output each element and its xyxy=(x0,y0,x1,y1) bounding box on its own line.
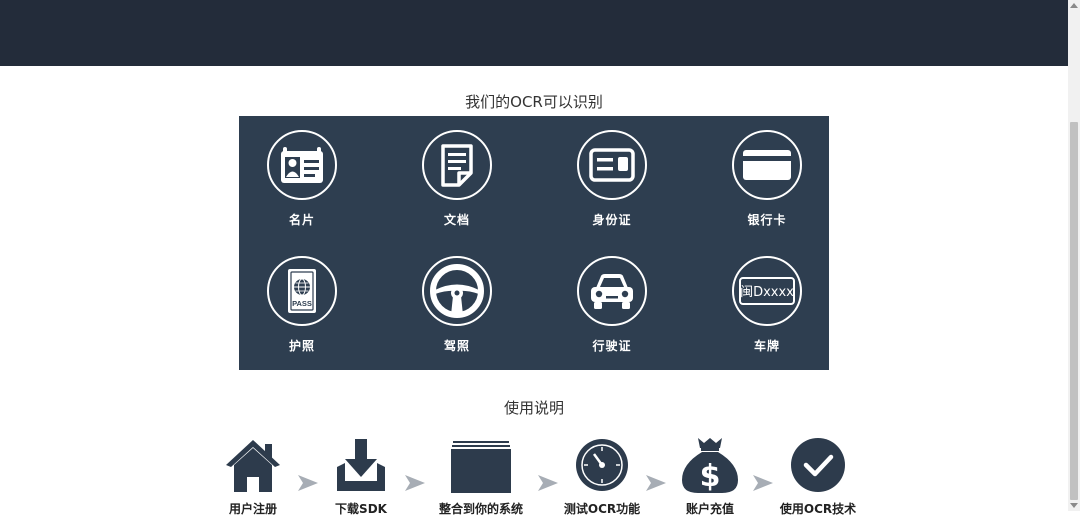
car-icon xyxy=(577,256,647,326)
ocr-item-document[interactable]: 文档 xyxy=(397,130,517,228)
ocr-item-label: 身份证 xyxy=(592,213,632,227)
bank-card-icon xyxy=(732,130,802,200)
step-label: 下载SDK xyxy=(335,502,387,516)
ocr-item-license-plate[interactable]: 闽Dxxxx 车牌 xyxy=(707,256,827,354)
checkmark-icon xyxy=(786,436,850,494)
ocr-section-title: 我们的OCR可以识别 xyxy=(465,93,603,111)
vertical-scrollbar[interactable] xyxy=(1068,0,1080,511)
id-card-icon xyxy=(577,130,647,200)
scroll-down-arrow-icon[interactable] xyxy=(1070,503,1078,508)
dollar-sign: $ xyxy=(700,459,721,494)
ocr-item-label: 车牌 xyxy=(753,339,780,353)
step-download-sdk: 下载SDK xyxy=(301,436,421,517)
ocr-item-label: 护照 xyxy=(288,339,315,353)
passport-text: PASS xyxy=(292,299,312,308)
step-arrow-icon xyxy=(404,474,426,496)
top-header-bar xyxy=(0,0,1068,66)
steering-wheel-icon xyxy=(422,256,492,326)
step-label: 整合到你的系统 xyxy=(438,502,523,516)
ocr-item-bank-card[interactable]: 银行卡 xyxy=(707,130,827,228)
step-arrow-icon xyxy=(297,474,319,496)
passport-icon: PASS xyxy=(267,256,337,326)
ocr-item-vehicle-license[interactable]: 行驶证 xyxy=(552,256,672,354)
ocr-item-passport[interactable]: PASS 护照 xyxy=(242,256,362,354)
step-use-ocr: 使用OCR技术 xyxy=(758,436,878,517)
stopwatch-icon xyxy=(570,436,634,494)
step-label: 使用OCR技术 xyxy=(779,502,857,516)
step-test-ocr: 测试OCR功能 xyxy=(542,436,662,517)
ocr-item-driving-license[interactable]: 驾照 xyxy=(397,256,517,354)
ocr-item-business-card[interactable]: 名片 xyxy=(242,130,362,228)
document-icon xyxy=(422,130,492,200)
plate-text: 闽Dxxxx xyxy=(740,285,794,300)
business-card-icon xyxy=(267,130,337,200)
scroll-up-arrow-icon[interactable] xyxy=(1070,3,1078,8)
ocr-item-label: 名片 xyxy=(288,213,315,227)
money-bag-icon: $ xyxy=(678,436,742,494)
step-label: 账户充值 xyxy=(685,502,734,516)
step-register: 用户注册 xyxy=(193,436,313,517)
step-arrow-icon xyxy=(537,474,559,496)
download-icon xyxy=(329,436,393,494)
step-integrate: 整合到你的系统 xyxy=(421,436,541,517)
ocr-item-label: 文档 xyxy=(443,213,470,227)
ocr-item-label: 银行卡 xyxy=(747,213,787,227)
scrollbar-thumb[interactable] xyxy=(1070,122,1078,500)
step-label: 测试OCR功能 xyxy=(563,502,641,516)
ocr-types-panel: 名片 文档 身份证 银行卡 PASS 护照 驾照 行驶证 闽Dxxxx 车牌 xyxy=(239,116,829,370)
step-arrow-icon xyxy=(645,474,667,496)
ocr-item-label: 驾照 xyxy=(443,339,470,353)
home-icon xyxy=(221,436,285,494)
ocr-item-label: 行驶证 xyxy=(592,339,632,353)
ocr-item-id-card[interactable]: 身份证 xyxy=(552,130,672,228)
step-label: 用户注册 xyxy=(228,502,277,516)
integrate-icon xyxy=(449,436,513,494)
usage-section-title: 使用说明 xyxy=(503,399,564,417)
license-plate-icon: 闽Dxxxx xyxy=(732,256,802,326)
step-arrow-icon xyxy=(752,474,774,496)
